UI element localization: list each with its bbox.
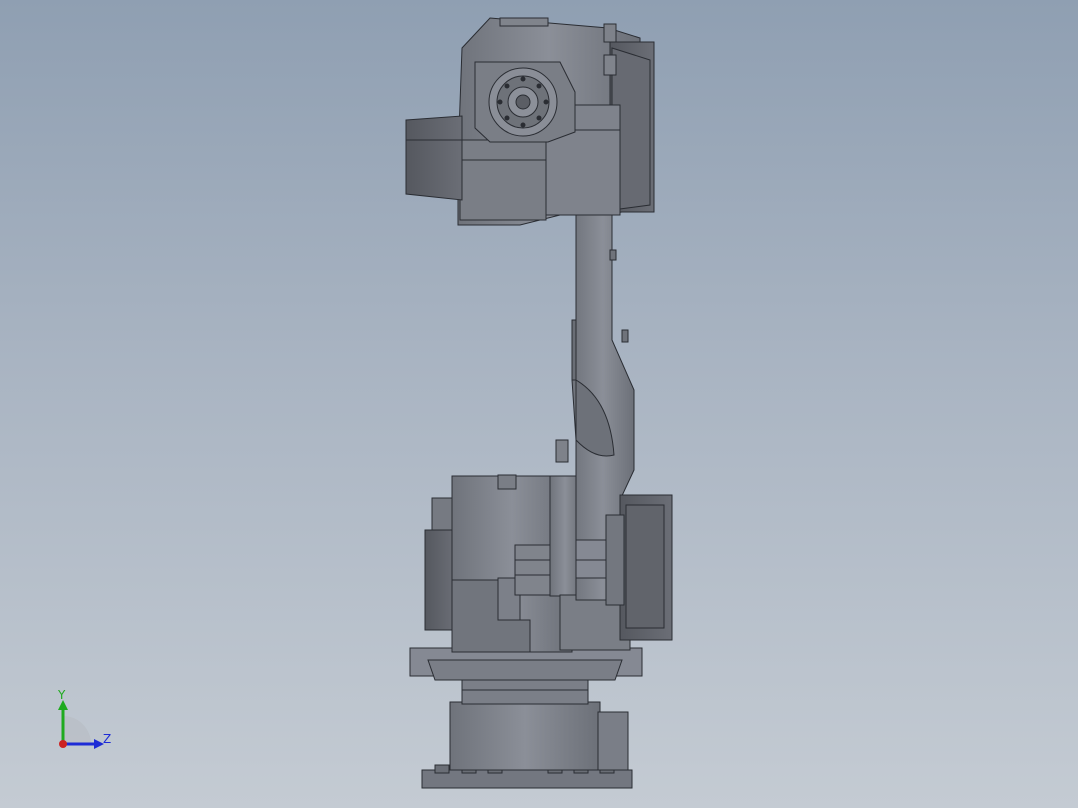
triad-quadrant [63,716,91,744]
triad-z-label: Z [103,732,112,746]
graphics-viewport[interactable]: Y Z [0,0,1078,808]
robot-arm-model[interactable] [0,0,1078,808]
x-axis-dot [59,740,67,748]
robot-base [409,647,643,789]
triad-y-label: Y [58,688,66,702]
view-orientation-triad[interactable] [40,680,130,760]
